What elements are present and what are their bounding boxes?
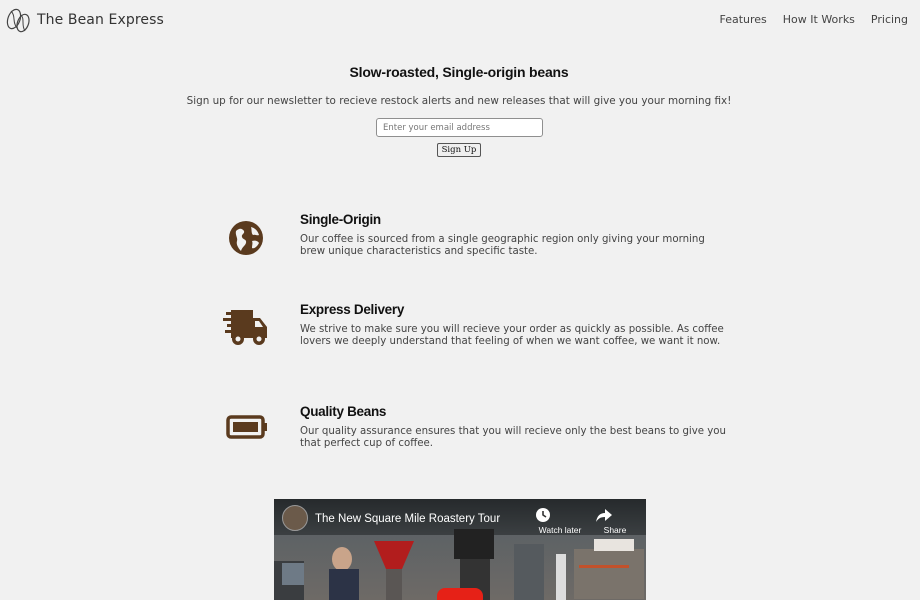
feature-title: Quality Beans <box>300 404 387 419</box>
video-embed[interactable]: The New Square Mile Roastery Tour Watch … <box>274 499 646 600</box>
share-arrow-icon <box>595 507 635 523</box>
clock-icon <box>535 507 585 523</box>
truck-icon <box>222 308 270 348</box>
feature-description: Our quality assurance ensures that you w… <box>300 426 726 450</box>
channel-avatar[interactable] <box>282 505 308 531</box>
share-label: Share <box>603 525 627 535</box>
logo[interactable]: The Bean Express <box>4 6 164 34</box>
nav-link-features[interactable]: Features <box>719 13 766 26</box>
signup-button[interactable]: Sign Up <box>437 143 481 157</box>
brand-name: The Bean Express <box>37 12 164 28</box>
video-title[interactable]: The New Square Mile Roastery Tour <box>315 513 500 525</box>
share-button[interactable]: Share <box>595 507 635 535</box>
feature-description: We strive to make sure you will recieve … <box>300 324 724 348</box>
site-header: The Bean Express Features How It Works P… <box>0 0 920 40</box>
globe-icon <box>222 216 270 256</box>
battery-icon <box>222 410 270 450</box>
main-nav: Features How It Works Pricing <box>719 13 908 26</box>
hero-subtitle: Sign up for our newsletter to recieve re… <box>186 95 732 107</box>
watch-later-label: Watch later <box>538 525 582 535</box>
coffee-bean-icon <box>4 6 32 34</box>
nav-link-pricing[interactable]: Pricing <box>871 13 908 26</box>
feature-title: Express Delivery <box>300 302 405 317</box>
feature-title: Single-Origin <box>300 212 381 227</box>
email-input[interactable] <box>376 118 543 137</box>
play-button-icon[interactable] <box>437 588 483 600</box>
page: The Bean Express Features How It Works P… <box>0 0 920 600</box>
watch-later-button[interactable]: Watch later <box>535 507 585 535</box>
feature-description: Our coffee is sourced from a single geog… <box>300 234 705 258</box>
hero-title: Slow-roasted, Single-origin beans <box>349 64 569 80</box>
nav-link-how-it-works[interactable]: How It Works <box>783 13 855 26</box>
